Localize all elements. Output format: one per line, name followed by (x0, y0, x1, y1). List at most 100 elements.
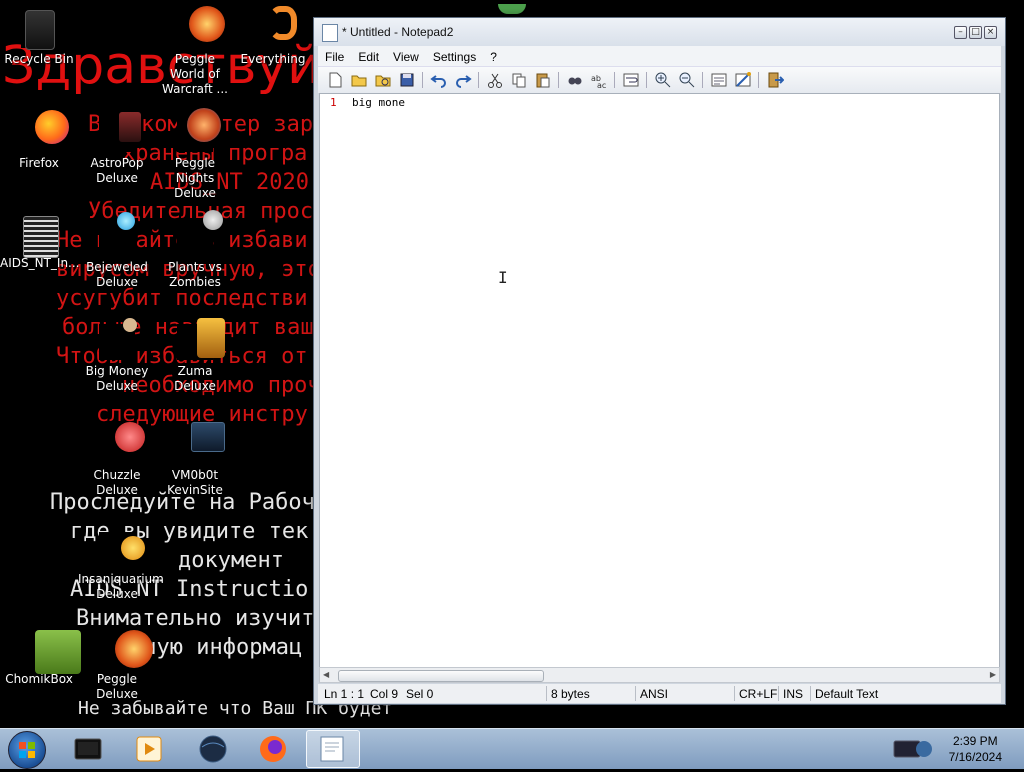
toolbar-separator (614, 72, 615, 88)
toolbar: ab ac (318, 66, 1001, 93)
desktop-icon-label: Insaniquarium Deluxe (78, 572, 164, 601)
desktop-icon-chomikbox[interactable]: ChomikBox (0, 630, 81, 687)
word-wrap-icon[interactable] (622, 71, 640, 89)
desktop-icon-label: Peggle World of Warcraft ... (162, 52, 228, 96)
replace-icon[interactable]: abac (590, 71, 608, 89)
desktop-icon-label: Recycle Bin (4, 52, 74, 66)
desktop-icon-aids-nt[interactable]: AIDS_NT_In... (0, 216, 80, 271)
scheme-icon[interactable] (710, 71, 728, 89)
desktop-icon-big-money[interactable]: Big Money Deluxe (78, 318, 156, 394)
maximize-button[interactable]: □ (969, 26, 982, 39)
status-separator (546, 686, 547, 701)
taskbar-media-center-icon[interactable] (72, 733, 106, 765)
desktop-icon-label: Plants vs Zombies (168, 260, 222, 289)
svg-text:ac: ac (597, 81, 606, 89)
zoom-in-icon[interactable] (654, 71, 672, 89)
text-cursor-icon: I (498, 268, 508, 287)
desktop-icon-label: AIDS_NT_In... (0, 256, 80, 270)
menu-edit[interactable]: Edit (351, 48, 386, 66)
taskbar-notepad2-button[interactable] (306, 730, 360, 768)
status-encoding: ANSI (640, 687, 669, 701)
desktop-icon-astropop[interactable]: AstroPop Deluxe (78, 112, 156, 186)
status-line-endings: CR+LF (739, 687, 778, 701)
desktop-icon-bejeweled[interactable]: Bejeweled Deluxe (78, 212, 156, 290)
desktop-icon-peggle-wow[interactable]: Peggle World of Warcraft ... (156, 6, 234, 97)
toolbar-separator (702, 72, 703, 88)
toolbar-separator (646, 72, 647, 88)
notepad2-window[interactable]: * Untitled - Notepad2 – □ × File Edit View… (313, 17, 1006, 705)
taskbar-firefox-icon[interactable] (256, 733, 290, 765)
exit-icon[interactable] (766, 71, 784, 89)
customize-scheme-icon[interactable] (734, 71, 752, 89)
window-title: * Untitled - Notepad2 (342, 25, 454, 39)
clock-time: 2:39 PM (952, 734, 998, 748)
status-insert-mode: INS (783, 687, 804, 701)
desktop-icon-label: Chuzzle Deluxe (93, 468, 141, 497)
copy-icon[interactable] (510, 71, 528, 89)
taskbar-media-player-icon[interactable] (132, 733, 166, 765)
peggle-icon (177, 6, 225, 48)
zoom-out-icon[interactable] (678, 71, 696, 89)
close-button[interactable]: × (984, 26, 997, 39)
status-scheme: Default Text (815, 687, 879, 701)
desktop-icon-label: Everything (240, 52, 306, 66)
everything-icon (255, 6, 297, 48)
chuzzle-icon (99, 422, 145, 464)
desktop-icon-insaniquarium[interactable]: Insaniquarium Deluxe (78, 532, 164, 602)
title-bar[interactable]: * Untitled - Notepad2 – □ × (314, 18, 1005, 46)
desktop-icon-zuma[interactable]: Zuma Deluxe (156, 318, 234, 394)
menu-settings[interactable]: Settings (426, 48, 483, 66)
menu-help[interactable]: ? (483, 48, 504, 66)
desktop-icon-label: Zuma Deluxe (174, 364, 216, 393)
desktop-icon-label: AstroPop Deluxe (90, 156, 144, 185)
redo-icon[interactable] (454, 71, 472, 89)
chomikbox-icon (21, 630, 81, 674)
taskbar-globe-icon[interactable] (196, 733, 230, 765)
gadget-indicator (498, 4, 526, 14)
save-icon[interactable] (398, 71, 416, 89)
desktop-icon-peggle-nights[interactable]: Peggle Nights Deluxe (156, 108, 234, 201)
toolbar-separator (422, 72, 423, 88)
status-separator (734, 686, 735, 701)
status-bar: Ln 1 : 1 Col 9 Sel 0 8 bytes ANSI CR+LF … (318, 684, 1001, 703)
undo-icon[interactable] (430, 71, 448, 89)
notepad-icon (322, 24, 338, 42)
desktop-icon-chuzzle[interactable]: Chuzzle Deluxe (78, 422, 156, 498)
paste-icon[interactable] (534, 71, 552, 89)
scrollbar-thumb[interactable] (338, 670, 544, 682)
desktop-icon-plants-vs-zombies[interactable]: Plants vs Zombies (156, 210, 234, 290)
find-icon[interactable] (566, 71, 584, 89)
desktop-icon-label: Big Money Deluxe (85, 364, 149, 393)
status-separator (635, 686, 636, 701)
minimize-button[interactable]: – (954, 26, 967, 39)
scroll-right-arrow-icon[interactable]: ▶ (990, 670, 996, 679)
toolbar-separator (758, 72, 759, 88)
text-editor[interactable]: 1 big mone I (319, 93, 1000, 669)
desktop-icon-firefox[interactable]: Firefox (0, 110, 78, 171)
cut-icon[interactable] (486, 71, 504, 89)
browse-icon[interactable] (374, 71, 392, 89)
new-icon[interactable] (326, 71, 344, 89)
horizontal-scrollbar[interactable]: ◀ ▶ (319, 667, 1000, 683)
menu-view[interactable]: View (386, 48, 426, 66)
plants-vs-zombies-icon (177, 210, 223, 256)
scroll-left-arrow-icon[interactable]: ◀ (323, 670, 329, 679)
desktop-icon-peggle-deluxe[interactable]: Peggle Deluxe (78, 630, 156, 702)
start-button[interactable] (8, 731, 46, 769)
desktop-icon-vm0b0t[interactable]: VM0b0t KevinSite (156, 422, 234, 498)
network-tray-icon[interactable] (892, 737, 934, 761)
status-file-size: 8 bytes (551, 687, 590, 701)
system-clock[interactable]: 2:39 PM 7/16/2024 (949, 733, 1002, 765)
document-icon (21, 216, 59, 258)
astropop-icon (99, 112, 141, 152)
open-icon[interactable] (350, 71, 368, 89)
menu-file[interactable]: File (318, 48, 351, 66)
desktop-icon-label: Firefox (19, 156, 59, 170)
desktop-icon-everything[interactable]: Everything (234, 6, 312, 67)
desktop-icon-recycle-bin[interactable]: Recycle Bin (0, 10, 78, 67)
status-column: Col 9 (370, 687, 399, 701)
zuma-icon (177, 318, 225, 360)
desktop-icon-label: Peggle Nights Deluxe (174, 156, 216, 200)
clock-date: 7/16/2024 (948, 750, 1002, 764)
editor-text-line[interactable]: big mone (352, 96, 405, 109)
